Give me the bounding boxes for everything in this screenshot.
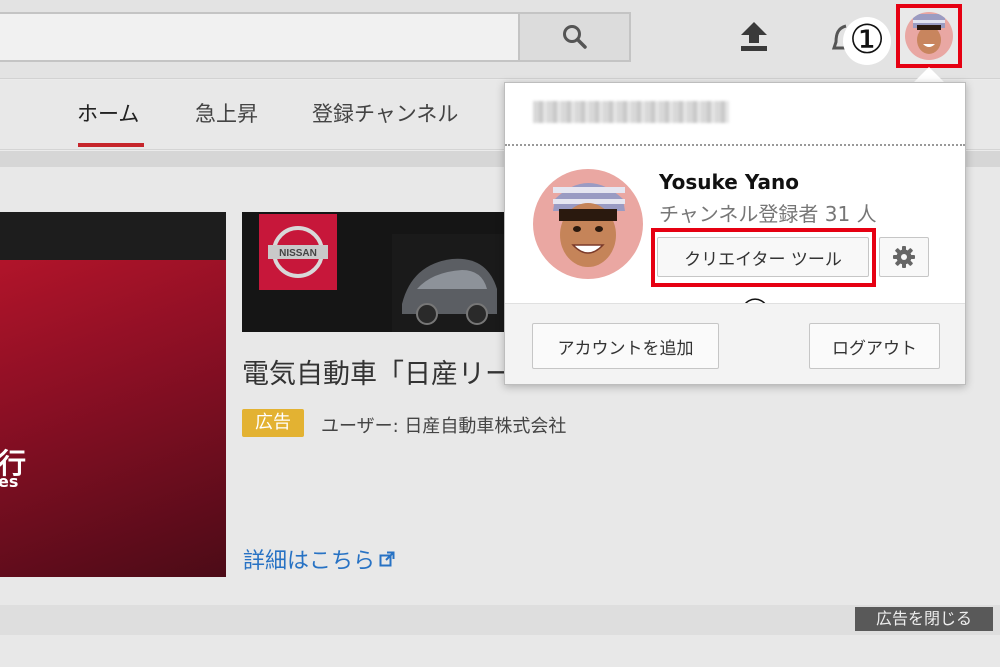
account-menu: Yosuke Yano チャンネル登録者 31 人 クリエイター ツール ② ア… [504,82,966,385]
avatar [905,12,953,60]
nissan-logo-text: NISSAN [279,248,317,259]
left-ad-image [0,260,226,577]
search-button[interactable] [518,12,631,62]
popup-caret [913,67,945,83]
nissan-logo: NISSAN [259,214,337,290]
tab-trending[interactable]: 急上昇 [195,98,258,128]
masthead: ① [0,0,1000,79]
upload-icon[interactable] [737,20,771,52]
ad-more-link[interactable]: 詳細はこちら [243,543,395,575]
account-email-redacted [533,101,729,123]
step-marker-1: ① [843,17,891,65]
active-tab-indicator [78,143,144,147]
gear-icon [893,246,915,268]
ad-owner: ユーザー: 日産自動車株式会社 [321,416,567,437]
external-link-icon [379,551,395,567]
search-input[interactable] [0,12,520,62]
popup-divider [505,144,965,146]
left-ad-subtext: es [0,472,19,491]
close-ad-button[interactable]: 広告を閉じる [855,607,993,631]
account-avatar [533,169,643,279]
ad-video-thumbnail[interactable]: NISSAN [242,212,504,332]
tab-subscriptions[interactable]: 登録チャンネル [312,98,458,128]
add-account-button[interactable]: アカウントを追加 [532,323,719,369]
subscriber-count: チャンネル登録者 31 人 [659,202,877,226]
tab-home[interactable]: ホーム [77,98,139,128]
ad-badge: 広告 [242,409,304,437]
logout-button[interactable]: ログアウト [809,323,940,369]
left-ad-banner[interactable]: 行 es [0,212,226,577]
ad-title[interactable]: 電気自動車「日産リー [242,352,512,391]
ad-more-link-label: 詳細はこちら [243,549,376,574]
search-icon [562,25,587,49]
avatar-button[interactable] [896,4,962,68]
bottom-strip [0,605,1000,635]
settings-button[interactable] [879,237,929,277]
car-image [392,234,504,332]
left-ad-header [0,212,226,260]
creator-tool-button[interactable]: クリエイター ツール [657,237,869,277]
account-name: Yosuke Yano [659,170,799,194]
